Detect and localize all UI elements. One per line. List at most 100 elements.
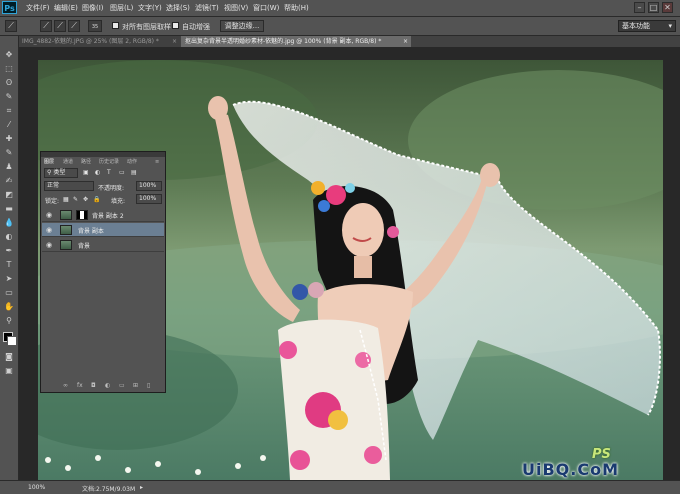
subtract-selection-icon[interactable]: ⟋: [68, 20, 80, 32]
maximize-button[interactable]: □: [648, 2, 659, 13]
path-select-icon[interactable]: ➤: [4, 274, 14, 284]
document-tabs: IMG_4882-依魅的.JPG @ 25% (图层 2, RGB/8) * ×…: [18, 36, 680, 47]
layer-row-selected[interactable]: ◉ 背景 副本: [42, 223, 164, 237]
layer-name[interactable]: 背景 副本 2: [92, 211, 124, 220]
layer-mask-thumbnail[interactable]: [76, 210, 88, 220]
new-selection-icon[interactable]: ⟋: [40, 20, 52, 32]
fill-label: 填充:: [111, 198, 126, 205]
tab-history[interactable]: 历史记录: [99, 158, 119, 166]
panel-drag-bar[interactable]: [41, 152, 165, 157]
document-info[interactable]: 文档:2.75M/9.03M: [82, 484, 135, 493]
brush-tool-icon[interactable]: ✎: [4, 148, 14, 158]
trash-icon[interactable]: ▯: [147, 382, 150, 389]
gradient-tool-icon[interactable]: ▬: [4, 204, 14, 214]
tab-document-2[interactable]: 抠出复杂背景半透明婚纱素材-依魅的.jpg @ 100% (背景 副本, RGB…: [181, 36, 411, 47]
eye-icon[interactable]: ◉: [45, 226, 53, 234]
eye-icon[interactable]: ◉: [45, 211, 53, 219]
fill-input[interactable]: 100%: [136, 194, 162, 204]
fx-icon[interactable]: fx: [77, 382, 83, 389]
tab-layers[interactable]: 图层: [44, 158, 54, 166]
quick-select-tool-icon[interactable]: ⟋: [5, 20, 17, 32]
blur-tool-icon[interactable]: 💧: [4, 218, 14, 228]
move-tool-icon[interactable]: ✥: [4, 50, 14, 60]
menu-file[interactable]: 文件(F): [26, 3, 50, 13]
brush-size-value: 35: [91, 24, 99, 30]
menu-help[interactable]: 帮助(H): [284, 3, 309, 13]
lasso-tool-icon[interactable]: ʘ: [4, 78, 14, 88]
lock-all-icon[interactable]: 🔒: [93, 196, 100, 203]
layer-row[interactable]: ◉ 背景: [42, 238, 164, 252]
menu-filter[interactable]: 滤镜(T): [195, 3, 219, 13]
tab-document-1[interactable]: IMG_4882-依魅的.JPG @ 25% (图层 2, RGB/8) * ×: [18, 36, 180, 47]
lock-transparent-icon[interactable]: ▦: [63, 196, 69, 203]
lock-pixels-icon[interactable]: ✎: [73, 196, 78, 203]
shape-tool-icon[interactable]: ▭: [4, 288, 14, 298]
history-brush-icon[interactable]: ✍: [4, 176, 14, 186]
crop-tool-icon[interactable]: ⌗: [4, 106, 14, 116]
layer-name[interactable]: 背景 副本: [78, 226, 104, 235]
healing-tool-icon[interactable]: ✚: [4, 134, 14, 144]
close-button[interactable]: ✕: [662, 2, 673, 13]
opacity-value: 100%: [139, 182, 157, 189]
blend-mode-select[interactable]: 正常: [44, 181, 94, 191]
screen-mode-icon[interactable]: ▣: [4, 366, 14, 376]
menu-view[interactable]: 视图(V): [224, 3, 248, 13]
filter-pixel-icon[interactable]: ▣: [83, 169, 89, 176]
tab-label: IMG_4882-依魅的.JPG @ 25% (图层 2, RGB/8) *: [22, 38, 159, 45]
tab-actions[interactable]: 动作: [127, 158, 137, 166]
filter-adjust-icon[interactable]: ◐: [95, 169, 100, 176]
layer-row[interactable]: ◉ 背景 副本 2: [42, 208, 164, 222]
menu-image[interactable]: 图像(I): [82, 3, 104, 13]
auto-enhance-checkbox[interactable]: [172, 22, 179, 29]
sample-all-layers-checkbox[interactable]: [112, 22, 119, 29]
menu-type[interactable]: 文字(Y): [138, 3, 162, 13]
tab-channels[interactable]: 通道: [63, 158, 73, 166]
fill-value: 100%: [139, 195, 157, 202]
status-menu-icon[interactable]: ▸: [140, 484, 143, 491]
zoom-tool-icon[interactable]: ⚲: [4, 316, 14, 326]
eraser-tool-icon[interactable]: ◩: [4, 190, 14, 200]
opacity-input[interactable]: 100%: [136, 181, 162, 191]
menu-select[interactable]: 选择(S): [166, 3, 190, 13]
color-swatches[interactable]: [3, 332, 17, 346]
group-icon[interactable]: ▭: [119, 382, 125, 389]
layer-name[interactable]: 背景: [78, 241, 90, 250]
new-layer-icon[interactable]: ⊞: [133, 382, 138, 389]
eye-icon[interactable]: ◉: [45, 241, 53, 249]
layers-panel: 图层 通道 路径 历史记录 动作 ≡ ⚲ 类型 ▣ ◐ T ▭ ▤ 正常 不透明…: [40, 151, 166, 393]
close-icon[interactable]: ×: [403, 36, 408, 47]
tools-panel: ✥ ⬚ ʘ ✎ ⌗ ⁄ ✚ ✎ ♟ ✍ ◩ ▬ 💧 ◐ ✒ T ➤ ▭ ✋ ⚲ …: [0, 36, 19, 480]
tab-label: 抠出复杂背景半透明婚纱素材-依魅的.jpg @ 100% (背景 副本, RGB…: [185, 38, 382, 45]
type-tool-icon[interactable]: T: [4, 260, 14, 270]
pen-tool-icon[interactable]: ✒: [4, 246, 14, 256]
eyedropper-tool-icon[interactable]: ⁄: [4, 120, 14, 130]
layer-filter-select[interactable]: ⚲ 类型: [44, 168, 78, 178]
close-icon[interactable]: ×: [172, 36, 177, 47]
tab-paths[interactable]: 路径: [81, 158, 91, 166]
lock-position-icon[interactable]: ✥: [83, 196, 88, 203]
dodge-tool-icon[interactable]: ◐: [4, 232, 14, 242]
status-bar: 100% 文档:2.75M/9.03M ▸: [0, 480, 680, 494]
stamp-tool-icon[interactable]: ♟: [4, 162, 14, 172]
filter-type-icon[interactable]: T: [107, 169, 111, 176]
refine-edge-button[interactable]: 调整边缘...: [220, 20, 264, 32]
menu-layer[interactable]: 图层(L): [110, 3, 133, 13]
menu-edit[interactable]: 编辑(E): [54, 3, 78, 13]
link-icon[interactable]: ∞: [63, 382, 68, 389]
filter-smart-icon[interactable]: ▤: [131, 169, 137, 176]
filter-shape-icon[interactable]: ▭: [119, 169, 125, 176]
hand-tool-icon[interactable]: ✋: [4, 302, 14, 312]
quick-select-tool-icon[interactable]: ✎: [4, 92, 14, 102]
zoom-level[interactable]: 100%: [28, 484, 45, 491]
add-to-selection-icon[interactable]: ⟋: [54, 20, 66, 32]
panel-menu-icon[interactable]: ≡: [155, 158, 159, 166]
menu-window[interactable]: 窗口(W): [253, 3, 279, 13]
mask-icon[interactable]: ◘: [91, 382, 96, 389]
layer-thumbnail: [60, 210, 72, 220]
marquee-tool-icon[interactable]: ⬚: [4, 64, 14, 74]
workspace-select[interactable]: 基本功能 ▾: [618, 20, 676, 32]
minimize-button[interactable]: –: [634, 2, 645, 13]
brush-size-picker[interactable]: 35: [88, 20, 102, 32]
quick-mask-icon[interactable]: ◙: [4, 352, 14, 362]
adjustment-icon[interactable]: ◐: [105, 382, 110, 389]
